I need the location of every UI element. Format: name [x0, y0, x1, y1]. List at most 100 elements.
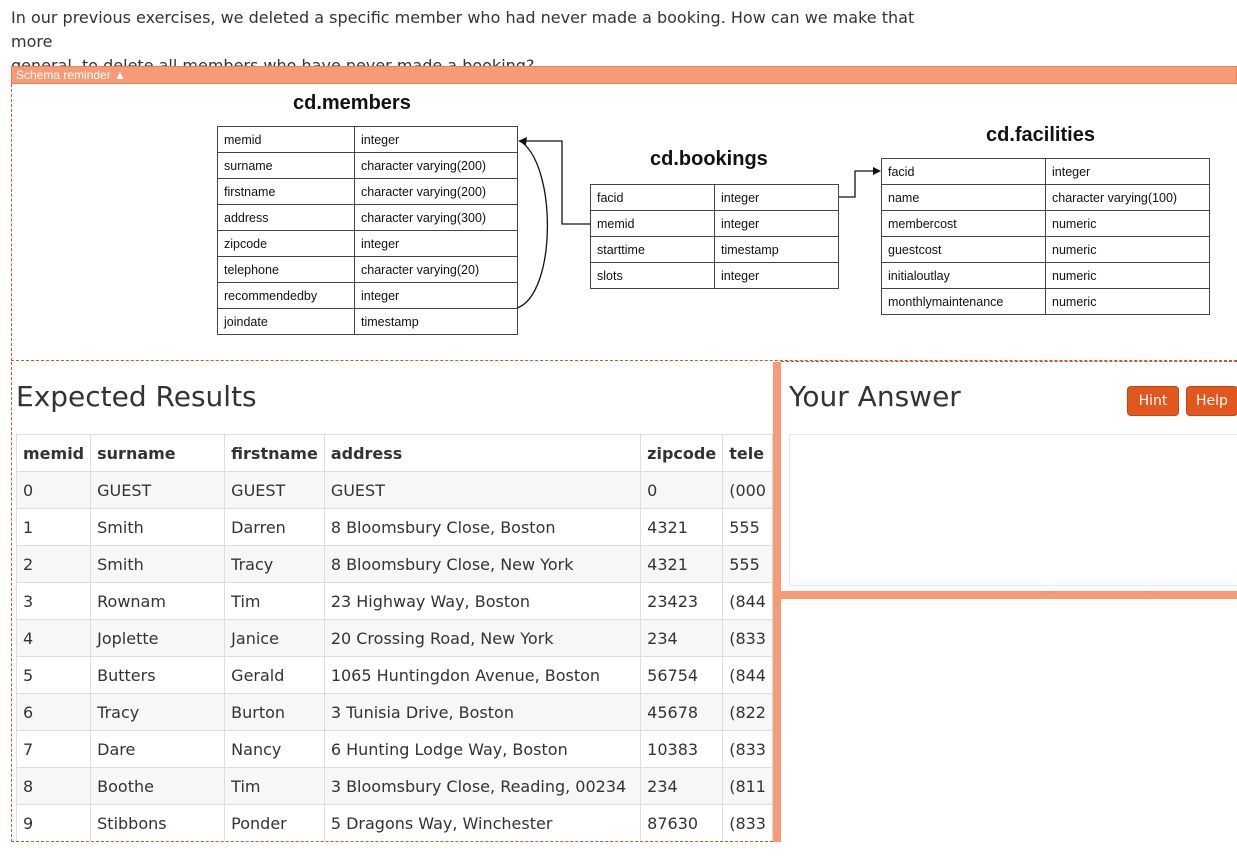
column-type: timestamp — [354, 308, 518, 335]
table-cell: 6 Hunting Lodge Way, Boston — [323, 730, 642, 768]
members-schema-row: telephone character varying(20) — [217, 256, 518, 283]
column-name: surname — [217, 152, 355, 179]
facilities-schema-row: guestcost numeric — [881, 236, 1210, 263]
question-line-1: In our previous exercises, we deleted a … — [11, 8, 915, 51]
table-cell: (822 — [722, 693, 773, 731]
column-name: name — [881, 184, 1046, 211]
table-cell: 87630 — [640, 804, 724, 841]
help-button[interactable]: Help — [1186, 386, 1237, 416]
column-name: slots — [590, 262, 715, 289]
column-name: zipcode — [217, 230, 355, 257]
bookings-schema-row: facid integer — [590, 184, 839, 211]
table-cell: 0 — [15, 471, 92, 509]
table-cell: 6 — [15, 693, 92, 731]
table-cell: (000 — [722, 471, 773, 509]
bookings-schema-table: facid integer memid integer starttime timesta… — [590, 184, 839, 289]
column-name: monthlymaintenance — [881, 288, 1046, 315]
column-type: numeric — [1045, 210, 1210, 237]
table-cell: Gerald — [224, 656, 325, 694]
sql-answer-editor[interactable] — [789, 434, 1237, 586]
table-cell: Butters — [90, 656, 226, 694]
column-name: membercost — [881, 210, 1046, 237]
column-type: integer — [354, 230, 518, 257]
table-cell: (811 — [722, 767, 773, 805]
column-name: firstname — [217, 178, 355, 205]
table-cell: (844 — [722, 582, 773, 620]
members-schema-row: joindate timestamp — [217, 308, 518, 335]
table-cell: 3 — [15, 582, 92, 620]
column-name: memid — [590, 210, 715, 237]
table-cell: 4 — [15, 619, 92, 657]
column-type: integer — [354, 282, 518, 309]
column-name: facid — [590, 184, 715, 211]
table-cell: 23 Highway Way, Boston — [323, 582, 642, 620]
table-cell: 1 — [15, 508, 92, 546]
bookings-schema-row: slots integer — [590, 262, 839, 289]
column-type: character varying(100) — [1045, 184, 1210, 211]
table-cell: 7 — [15, 730, 92, 768]
table-row: 1 Smith Darren 8 Bloomsbury Close, Boston 43… — [15, 508, 773, 546]
table-cell: 4321 — [640, 545, 724, 583]
facid-arrowhead — [873, 167, 881, 175]
bookings-schema-row: memid integer — [590, 210, 839, 237]
bookings-memid-link — [520, 140, 590, 225]
table-cell: Janice — [224, 619, 325, 657]
table-cell: 234 — [640, 619, 724, 657]
members-schema-table: memid integer surname character varying(200… — [217, 126, 518, 335]
column-type: integer — [1045, 158, 1210, 185]
column-name: guestcost — [881, 236, 1046, 263]
table-cell: (833 — [722, 619, 773, 657]
table-cell: 56754 — [640, 656, 724, 694]
column-type: character varying(200) — [354, 152, 518, 179]
column-type: integer — [714, 184, 839, 211]
vertical-splitter[interactable] — [773, 362, 781, 842]
facilities-schema-row: name character varying(100) — [881, 184, 1210, 211]
members-schema-row: address character varying(300) — [217, 204, 518, 231]
expected-results-pane: Expected Results memid surname firstname ad… — [11, 362, 773, 842]
table-cell: 9 — [15, 804, 92, 841]
results-column-header: memid — [15, 434, 92, 472]
table-row: 0 GUEST GUEST GUEST 0 (000 — [15, 471, 773, 509]
members-schema-row: memid integer — [217, 126, 518, 153]
facilities-schema-row: facid integer — [881, 158, 1210, 185]
column-type: numeric — [1045, 288, 1210, 315]
table-cell: 20 Crossing Road, New York — [323, 619, 642, 657]
table-row: 3 Rownam Tim 23 Highway Way, Boston 23423 (84… — [15, 582, 773, 620]
table-cell: Ponder — [224, 804, 325, 841]
facilities-schema-row: initialoutlay numeric — [881, 262, 1210, 289]
column-type: numeric — [1045, 236, 1210, 263]
horizontal-splitter[interactable]: ··· ··· — [781, 588, 1237, 599]
column-name: memid — [217, 126, 355, 153]
table-row: 6 Tracy Burton 3 Tunisia Drive, Boston 45678… — [15, 693, 773, 731]
column-type: integer — [714, 262, 839, 289]
table-cell: 2 — [15, 545, 92, 583]
column-type: character varying(20) — [354, 256, 518, 283]
table-cell: (844 — [722, 656, 773, 694]
table-cell: 555 — [722, 545, 773, 583]
results-column-header: surname — [90, 434, 226, 472]
table-cell: GUEST — [90, 471, 226, 509]
table-cell: GUEST — [224, 471, 325, 509]
column-name: address — [217, 204, 355, 231]
table-cell: 234 — [640, 767, 724, 805]
table-cell: 45678 — [640, 693, 724, 731]
facilities-schema-row: monthlymaintenance numeric — [881, 288, 1210, 315]
table-cell: 4321 — [640, 508, 724, 546]
table-row: 5 Butters Gerald 1065 Huntingdon Avenue, Bo… — [15, 656, 773, 694]
table-cell: 0 — [640, 471, 724, 509]
table-cell: Darren — [224, 508, 325, 546]
column-name: starttime — [590, 236, 715, 263]
table-cell: Tracy — [90, 693, 226, 731]
table-cell: 5 Dragons Way, Winchester — [323, 804, 642, 841]
results-column-header: tele — [722, 434, 773, 472]
column-type: integer — [714, 210, 839, 237]
schema-reminder-toggle[interactable]: Schema reminder ▲ — [11, 66, 1237, 84]
hint-button[interactable]: Hint — [1127, 386, 1179, 416]
facilities-table-title: cd.facilities — [986, 124, 1095, 146]
table-cell: Dare — [90, 730, 226, 768]
table-cell: 3 Tunisia Drive, Boston — [323, 693, 642, 731]
members-schema-row: surname character varying(200) — [217, 152, 518, 179]
facilities-schema-row: membercost numeric — [881, 210, 1210, 237]
table-cell: Nancy — [224, 730, 325, 768]
table-cell: Tim — [224, 582, 325, 620]
